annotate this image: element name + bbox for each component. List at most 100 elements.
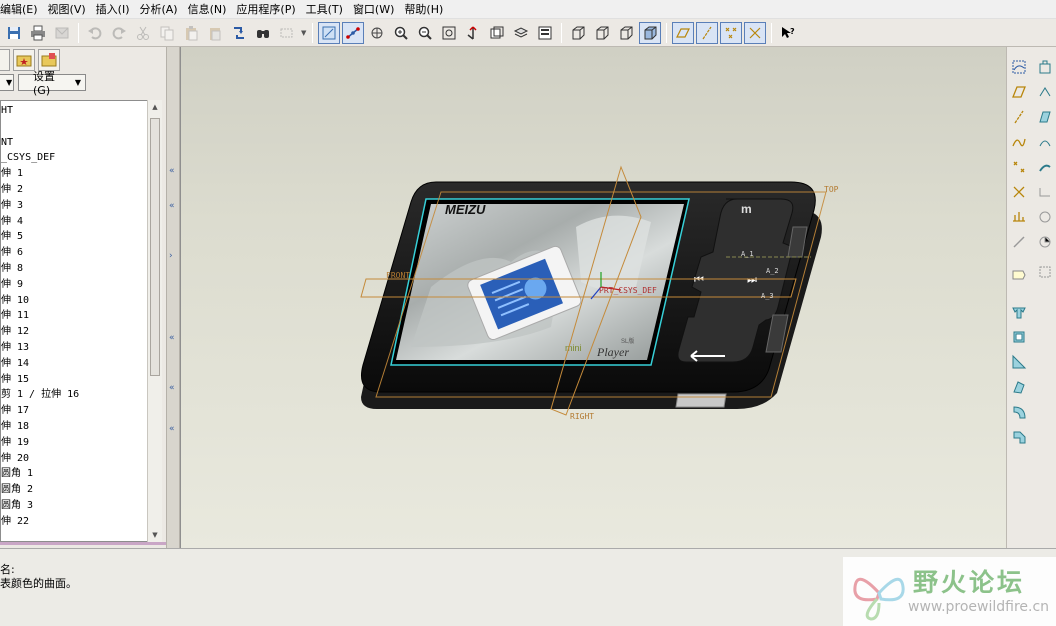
menu-insert[interactable]: 插入(I) [91, 0, 135, 19]
layers-icon[interactable] [510, 22, 532, 44]
shading-icon[interactable] [639, 21, 662, 44]
tree-scrollbar[interactable]: ▲ ▼ [147, 100, 162, 542]
trim-tool-icon[interactable] [1035, 207, 1055, 227]
label-tool-icon[interactable] [1009, 265, 1029, 285]
datum-curve-tool-icon[interactable] [1009, 132, 1029, 152]
tree-item[interactable] [1, 119, 162, 135]
view-manager-icon[interactable] [534, 22, 556, 44]
wireframe-icon[interactable] [567, 22, 589, 44]
datum-axes-icon[interactable] [342, 21, 365, 44]
menu-applications[interactable]: 应用程序(P) [231, 0, 300, 19]
tree-item[interactable]: 伸 15 [1, 372, 162, 388]
tree-item[interactable]: 伸 19 [1, 435, 162, 451]
extrude-tool-icon[interactable] [1009, 302, 1029, 322]
hidden-line-icon[interactable] [591, 22, 613, 44]
sweep-tool-icon[interactable] [1009, 352, 1029, 372]
collapse-left-icon[interactable]: « [169, 167, 177, 176]
refit-icon[interactable] [438, 22, 460, 44]
analysis-tool-icon[interactable] [1009, 207, 1029, 227]
thicken-tool-icon[interactable] [1035, 157, 1055, 177]
datum-axis-tool-icon[interactable] [1009, 107, 1029, 127]
zoom-in-icon[interactable] [390, 22, 412, 44]
scroll-down-icon[interactable]: ▼ [148, 528, 162, 542]
menu-help[interactable]: 帮助(H) [399, 0, 448, 19]
tree-item[interactable]: 伸 17 [1, 403, 162, 419]
tree-item[interactable]: 伸 6 [1, 245, 162, 261]
folder-star-icon[interactable] [13, 49, 35, 71]
panel-splitter[interactable]: « « › « « « [166, 47, 180, 548]
tree-item[interactable]: 伸 2 [1, 182, 162, 198]
print-icon[interactable] [27, 22, 49, 44]
menu-tools[interactable]: 工具(T) [301, 0, 348, 19]
tree-item[interactable]: 伸 3 [1, 198, 162, 214]
datum-points-icon[interactable] [720, 21, 743, 44]
mirror-tool-icon[interactable] [1035, 262, 1055, 282]
expand-right-icon[interactable]: › [169, 252, 177, 261]
shade-toggle-icon[interactable] [318, 21, 341, 44]
zoom-out-icon[interactable] [414, 22, 436, 44]
show-dropdown[interactable]: ▼ [0, 73, 14, 91]
collapse-left-icon[interactable]: « [169, 425, 177, 434]
shell-tool-icon[interactable] [1035, 57, 1055, 77]
collapse-left-icon[interactable]: « [169, 384, 177, 393]
settings-dropdown[interactable]: 设置(G) ▼ [18, 70, 86, 97]
cut-icon[interactable] [132, 22, 154, 44]
draft-tool-icon[interactable] [1035, 107, 1055, 127]
tree-item[interactable]: 伸 4 [1, 214, 162, 230]
no-hidden-icon[interactable] [615, 22, 637, 44]
regenerate-icon[interactable] [228, 22, 250, 44]
tree-item[interactable]: 伸 1 [1, 166, 162, 182]
tree-item[interactable]: 伸 10 [1, 293, 162, 309]
menu-edit[interactable]: 编辑(E) [0, 0, 43, 19]
tree-item[interactable]: 伸 9 [1, 277, 162, 293]
round-tool-icon[interactable] [1009, 402, 1029, 422]
dropdown-arrow-icon[interactable]: ▼ [301, 29, 306, 37]
pattern-tool-icon[interactable] [1035, 232, 1055, 252]
tree-item[interactable]: HT [1, 103, 162, 119]
datum-planes-icon[interactable] [672, 21, 695, 44]
merge-tool-icon[interactable] [1035, 182, 1055, 202]
datum-point-tool-icon[interactable] [1009, 157, 1029, 177]
menu-info[interactable]: 信息(N) [183, 0, 232, 19]
paste-icon[interactable] [180, 22, 202, 44]
csys-toggle-icon[interactable] [744, 21, 767, 44]
sketch-disabled-icon[interactable] [1009, 232, 1029, 252]
tree-item[interactable]: 剪 1 / 拉伸 16 [1, 387, 162, 403]
scroll-up-icon[interactable]: ▲ [148, 100, 162, 114]
tree-item[interactable]: 圆角 2 [1, 482, 162, 498]
graphics-viewport[interactable]: MEIZU mini Player SL版 m ⏮ ⏭ TOP FRONT RI… [180, 47, 1006, 548]
tree-item[interactable]: 伸 20 [1, 451, 162, 467]
datum-plane-tool-icon[interactable] [1009, 82, 1029, 102]
tree-item[interactable]: 伸 22 [1, 514, 162, 530]
context-help-icon[interactable]: ? [777, 22, 799, 44]
blend-tool-icon[interactable] [1009, 377, 1029, 397]
chamfer-tool-icon[interactable] [1009, 427, 1029, 447]
sketch-icon[interactable] [1009, 57, 1029, 77]
email-icon[interactable] [51, 22, 73, 44]
tree-item[interactable]: 圆角 3 [1, 498, 162, 514]
tab-partial[interactable] [0, 49, 10, 71]
offset-tool-icon[interactable] [1035, 132, 1055, 152]
menu-analysis[interactable]: 分析(A) [134, 0, 182, 19]
menu-window[interactable]: 窗口(W) [348, 0, 399, 19]
tree-item[interactable]: 伸 13 [1, 340, 162, 356]
reorient-icon[interactable] [462, 22, 484, 44]
collapse-left-icon[interactable]: « [169, 334, 177, 343]
rib-tool-icon[interactable] [1035, 82, 1055, 102]
scroll-thumb[interactable] [150, 118, 160, 376]
tree-item[interactable]: 圆角 1 [1, 466, 162, 482]
tree-item[interactable]: NT [1, 135, 162, 151]
tree-item[interactable]: 伸 14 [1, 356, 162, 372]
tree-item[interactable]: 伸 8 [1, 261, 162, 277]
saved-views-icon[interactable] [486, 22, 508, 44]
copy-icon[interactable] [156, 22, 178, 44]
find-icon[interactable] [252, 22, 274, 44]
datum-axis-toggle-icon[interactable] [696, 21, 719, 44]
spin-center-icon[interactable] [366, 22, 388, 44]
revolve-tool-icon[interactable] [1009, 327, 1029, 347]
csys-tool-icon[interactable] [1009, 182, 1029, 202]
undo-icon[interactable] [84, 22, 106, 44]
menu-view[interactable]: 视图(V) [43, 0, 91, 19]
collapse-left-icon[interactable]: « [169, 202, 177, 211]
redo-icon[interactable] [108, 22, 130, 44]
